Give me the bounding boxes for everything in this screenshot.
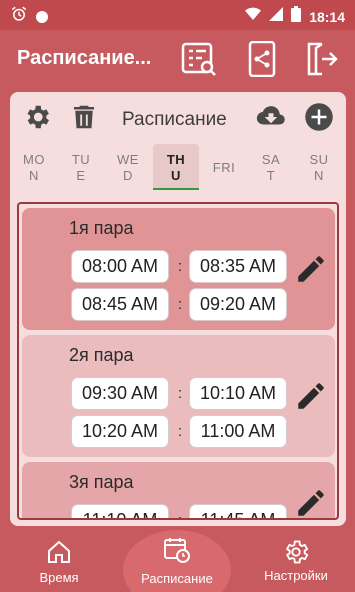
status-bar: 18:14: [0, 0, 355, 30]
schedule-title: Расписание: [122, 109, 227, 130]
nav-label: Время: [39, 570, 79, 585]
nav-time[interactable]: Время: [0, 530, 118, 592]
lesson-title: 3я пара: [69, 472, 134, 492]
gear-icon[interactable]: [22, 102, 52, 132]
nav-schedule[interactable]: Расписание: [123, 530, 231, 592]
nav-settings[interactable]: Настройки: [237, 530, 355, 592]
schedule-card: Расписание MO N TU E WE D TH U FRI SA T …: [10, 92, 346, 526]
nav-label: Настройки: [264, 568, 328, 583]
edit-pencil-icon[interactable]: [294, 252, 328, 286]
time-separator: :: [178, 258, 183, 275]
time-separator: :: [178, 296, 183, 313]
settings-icon: [282, 538, 310, 569]
tab-friday[interactable]: FRI: [201, 144, 247, 190]
home-icon: [46, 540, 72, 567]
add-icon[interactable]: [304, 102, 334, 132]
lesson-list[interactable]: 1я пара 08:00 AM : 08:35 AM 08:45 AM : 0…: [17, 202, 339, 520]
page-title: Расписание...: [17, 47, 152, 69]
lesson-card: 2я пара 09:30 AM : 10:10 AM 10:20 AM : 1…: [22, 335, 335, 457]
edit-pencil-icon[interactable]: [294, 379, 328, 413]
exit-icon[interactable]: [304, 41, 340, 77]
end-time-field[interactable]: 09:20 AM: [189, 288, 287, 321]
time-separator: :: [178, 423, 183, 440]
lesson-card: 3я пара 11:10 AM : 11:45 AM: [22, 462, 335, 518]
tab-wednesday[interactable]: WE D: [105, 144, 151, 190]
share-icon[interactable]: [246, 40, 282, 78]
calendar-clock-icon: [163, 536, 191, 567]
start-time-field[interactable]: 08:00 AM: [71, 250, 169, 283]
lesson-card: 1я пара 08:00 AM : 08:35 AM 08:45 AM : 0…: [22, 208, 335, 330]
tab-thursday[interactable]: TH U: [153, 144, 199, 190]
bottom-nav: Время Расписание Настройки: [0, 530, 355, 592]
tab-monday[interactable]: MO N: [11, 144, 57, 190]
day-tabs: MO N TU E WE D TH U FRI SA T SU N: [10, 144, 346, 192]
nav-label: Расписание: [141, 571, 213, 586]
alarm-icon: [10, 5, 28, 28]
tab-sunday[interactable]: SU N: [296, 144, 342, 190]
tab-tuesday[interactable]: TU E: [58, 144, 104, 190]
end-time-field[interactable]: 11:00 AM: [189, 415, 287, 448]
lesson-title: 2я пара: [69, 345, 134, 365]
wifi-icon: [245, 7, 262, 26]
end-time-field[interactable]: 10:10 AM: [189, 377, 287, 410]
start-time-field[interactable]: 11:10 AM: [71, 504, 169, 518]
start-time-field[interactable]: 08:45 AM: [71, 288, 169, 321]
cloud-download-icon[interactable]: [256, 102, 286, 132]
trash-icon[interactable]: [69, 102, 99, 132]
start-time-field[interactable]: 09:30 AM: [71, 377, 169, 410]
schedule-search-icon[interactable]: [181, 41, 217, 77]
end-time-field[interactable]: 11:45 AM: [189, 504, 287, 518]
tab-saturday[interactable]: SA T: [248, 144, 294, 190]
battery-icon: [291, 6, 302, 27]
time-separator: :: [178, 385, 183, 402]
time-separator: :: [178, 512, 182, 518]
notification-dot-icon: [36, 10, 48, 23]
app-bar: Расписание...: [0, 30, 355, 88]
edit-pencil-icon[interactable]: [294, 486, 328, 518]
end-time-field[interactable]: 08:35 AM: [189, 250, 287, 283]
start-time-field[interactable]: 10:20 AM: [71, 415, 169, 448]
lesson-title: 1я пара: [69, 218, 134, 238]
status-time: 18:14: [309, 8, 345, 25]
signal-icon: [269, 7, 284, 26]
schedule-toolbar: Расписание: [10, 92, 346, 144]
